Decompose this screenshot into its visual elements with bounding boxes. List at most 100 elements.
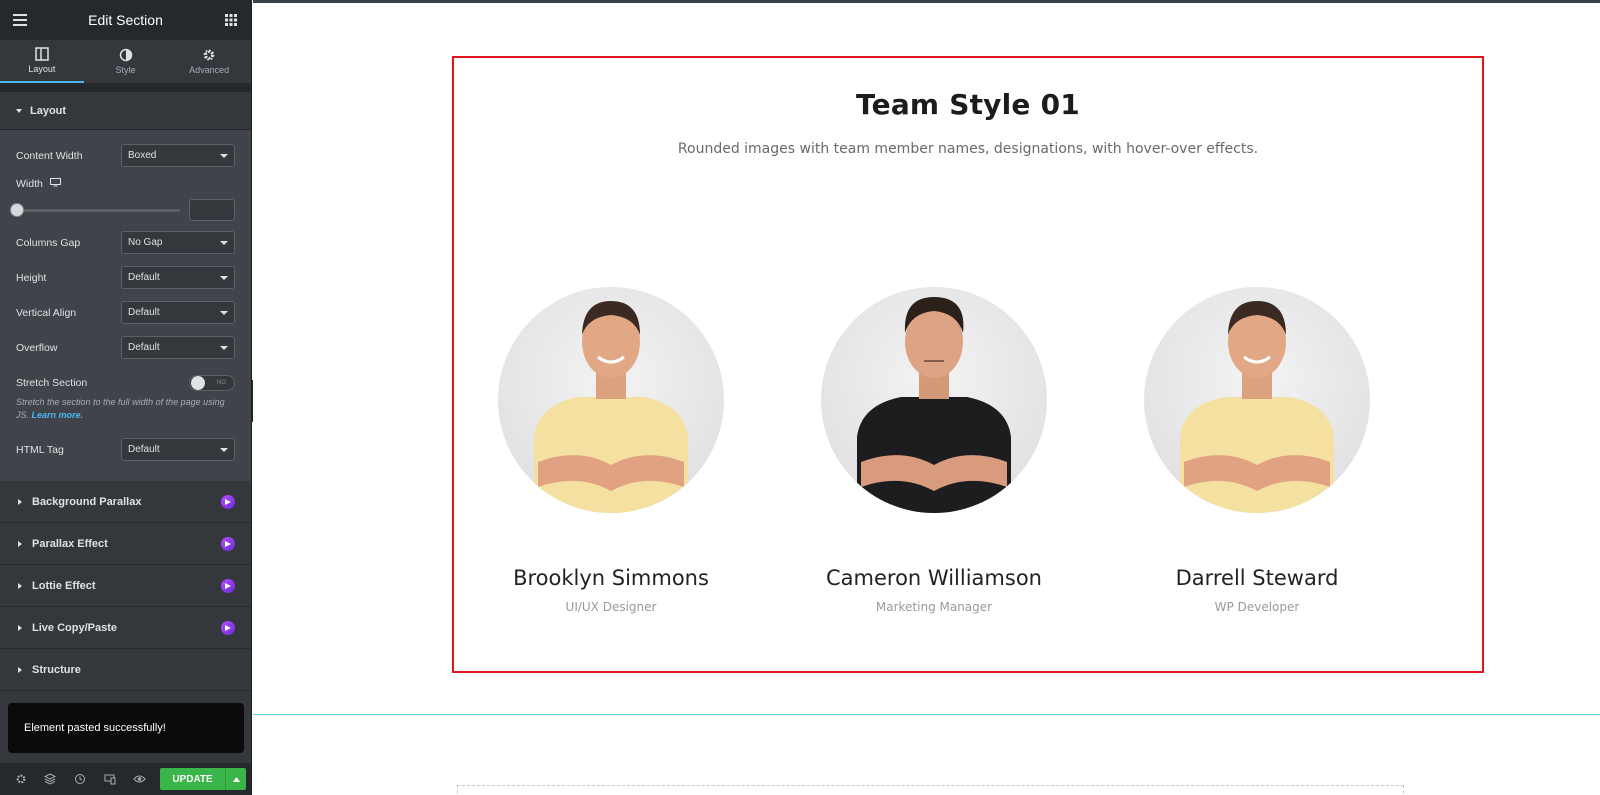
content-width-select[interactable]: Boxed xyxy=(121,144,235,167)
panel-label: Live Copy/Paste xyxy=(32,621,117,634)
overflow-label: Overflow xyxy=(16,341,58,354)
panel-live-copy-paste[interactable]: Live Copy/Paste xyxy=(0,607,251,649)
width-number-input[interactable] xyxy=(189,199,235,221)
caret-right-icon xyxy=(18,540,22,547)
hamburger-menu-icon[interactable] xyxy=(10,10,30,30)
pro-badge-icon xyxy=(221,494,235,509)
tab-style-label: Style xyxy=(115,65,136,75)
overflow-control: Overflow Default xyxy=(0,330,251,365)
member-role: WP Developer xyxy=(1214,600,1300,614)
dropdown-arrow-icon xyxy=(220,345,228,350)
toggle-text: NO xyxy=(217,379,226,386)
tab-advanced[interactable]: Advanced xyxy=(167,40,251,83)
columns-gap-label: Columns Gap xyxy=(16,236,81,249)
panel-lottie-effect[interactable]: Lottie Effect xyxy=(0,565,251,607)
stretch-section-help: Stretch the section to the full width of… xyxy=(0,396,251,422)
member-photo xyxy=(1144,287,1370,513)
member-name: Cameron Williamson xyxy=(826,566,1042,590)
vertical-align-select[interactable]: Default xyxy=(121,301,235,324)
panel-parallax-effect[interactable]: Parallax Effect xyxy=(0,523,251,565)
content-width-value: Boxed xyxy=(128,150,157,161)
height-label: Height xyxy=(16,271,47,284)
pro-badge-icon xyxy=(221,620,235,635)
half-circle-icon xyxy=(119,48,132,62)
html-tag-select[interactable]: Default xyxy=(121,438,235,461)
panel-tabs: Layout Style Advanced xyxy=(0,40,251,84)
caret-right-icon xyxy=(18,666,22,673)
slider-handle[interactable] xyxy=(10,202,24,217)
panel-header-left: Parallax Effect xyxy=(18,538,108,550)
member-name: Darrell Steward xyxy=(1175,566,1339,590)
panel-header-left: Structure xyxy=(18,664,81,676)
gear-icon xyxy=(203,49,215,61)
team-section[interactable]: Team Style 01 Rounded images with team m… xyxy=(452,56,1484,673)
preview-eye-icon[interactable] xyxy=(124,763,154,795)
update-options-button[interactable] xyxy=(224,768,247,790)
width-label: Width xyxy=(16,178,43,190)
team-member-card[interactable]: Brooklyn Simmons UI/UX Designer xyxy=(498,287,724,614)
toast-message: Element pasted successfully! xyxy=(24,722,166,734)
pro-badge-icon xyxy=(221,578,235,593)
panel-header: Edit Section xyxy=(0,0,251,40)
page-canvas: Team Style 01 Rounded images with team m… xyxy=(253,0,1600,795)
overflow-select[interactable]: Default xyxy=(121,336,235,359)
caret-right-icon xyxy=(18,582,22,589)
empty-drop-area[interactable] xyxy=(457,785,1404,795)
layout-section-toggle[interactable]: Layout xyxy=(0,92,251,130)
panel-header-left: Background Parallax xyxy=(18,496,141,508)
dropdown-arrow-icon xyxy=(220,240,228,245)
toast-notification: Element pasted successfully! xyxy=(8,703,244,753)
caret-right-icon xyxy=(18,498,22,505)
learn-more-link[interactable]: Learn more. xyxy=(32,410,84,420)
team-member-card[interactable]: Darrell Steward WP Developer xyxy=(1144,287,1370,614)
settings-icon[interactable] xyxy=(6,763,36,795)
dropdown-arrow-icon xyxy=(220,447,228,452)
responsive-mode-icon[interactable] xyxy=(95,763,125,795)
html-tag-label: HTML Tag xyxy=(16,443,64,456)
desktop-icon[interactable] xyxy=(49,178,61,190)
columns-gap-select[interactable]: No Gap xyxy=(121,231,235,254)
layout-section-title: Layout xyxy=(30,104,67,117)
content-width-control: Content Width Boxed xyxy=(0,138,251,173)
history-icon[interactable] xyxy=(65,763,95,795)
dropdown-arrow-icon xyxy=(220,275,228,280)
section-divider xyxy=(253,714,1600,715)
caret-up-icon xyxy=(232,776,240,782)
update-button[interactable]: UPDATE xyxy=(160,768,225,790)
panel-header-left: Live Copy/Paste xyxy=(18,622,117,634)
panel-title: Edit Section xyxy=(88,12,163,28)
caret-right-icon xyxy=(18,624,22,631)
panel-label: Structure xyxy=(32,663,81,676)
panel-label: Parallax Effect xyxy=(32,537,108,550)
dropdown-arrow-icon xyxy=(220,153,228,158)
width-slider[interactable] xyxy=(10,202,180,217)
team-member-card[interactable]: Cameron Williamson Marketing Manager xyxy=(821,287,1047,614)
navigator-layers-icon[interactable] xyxy=(36,763,66,795)
html-tag-control: HTML Tag Default xyxy=(0,432,251,467)
editor-panel: Edit Section Layout Style Advanced Layou… xyxy=(0,0,252,795)
panel-structure[interactable]: Structure xyxy=(0,649,251,691)
panel-background-parallax[interactable]: Background Parallax xyxy=(0,481,251,523)
tab-style[interactable]: Style xyxy=(84,40,168,83)
tab-advanced-label: Advanced xyxy=(189,65,230,75)
vertical-align-value: Default xyxy=(128,307,160,318)
caret-down-icon xyxy=(16,108,22,113)
dropdown-arrow-icon xyxy=(220,310,228,315)
toggle-knob xyxy=(191,375,205,390)
columns-icon xyxy=(35,47,49,61)
content-width-label: Content Width xyxy=(16,149,83,162)
columns-gap-value: No Gap xyxy=(128,237,163,248)
html-tag-value: Default xyxy=(128,444,160,455)
section-subheading: Rounded images with team member names, d… xyxy=(677,141,1259,157)
stretch-section-control: Stretch Section NO xyxy=(0,365,251,400)
member-photo xyxy=(821,287,1047,513)
height-value: Default xyxy=(128,272,160,283)
width-slider-row xyxy=(0,195,251,225)
tab-layout[interactable]: Layout xyxy=(0,40,84,83)
columns-gap-control: Columns Gap No Gap xyxy=(0,225,251,260)
panel-footer: UPDATE xyxy=(0,763,251,795)
member-role: UI/UX Designer xyxy=(565,600,657,614)
height-select[interactable]: Default xyxy=(121,266,235,289)
widgets-grid-icon[interactable] xyxy=(221,10,241,30)
stretch-section-toggle[interactable]: NO xyxy=(189,374,235,391)
